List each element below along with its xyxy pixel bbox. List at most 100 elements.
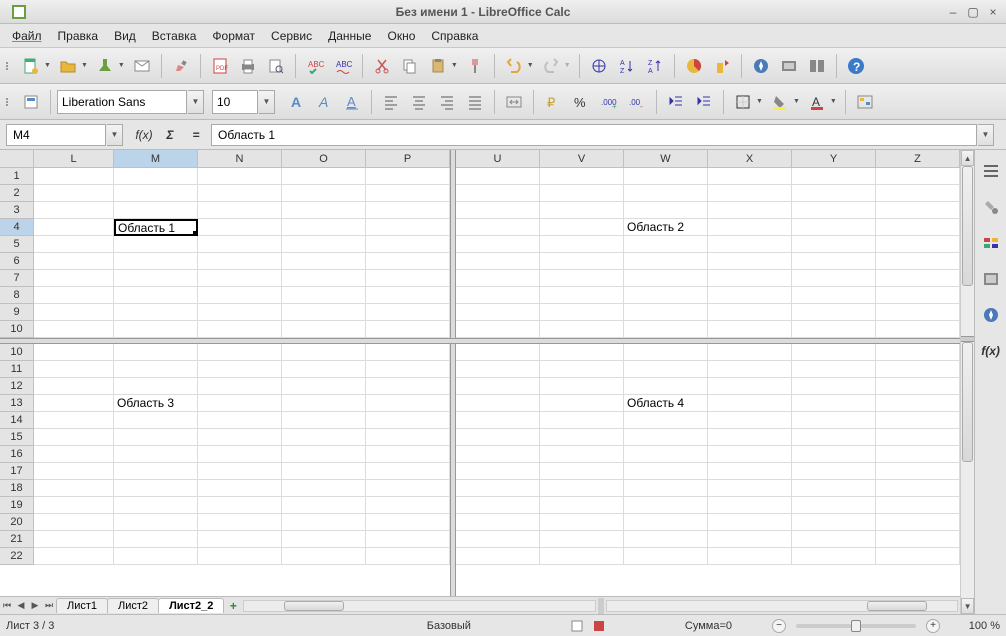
cell[interactable] — [282, 395, 366, 412]
cell[interactable] — [540, 253, 624, 270]
cell[interactable] — [282, 219, 366, 236]
cell[interactable] — [708, 480, 792, 497]
redo-dropdown[interactable]: ▼ — [564, 62, 571, 69]
cell[interactable] — [792, 321, 876, 338]
cell[interactable] — [792, 219, 876, 236]
cell[interactable] — [624, 446, 708, 463]
cell[interactable] — [198, 446, 282, 463]
cell[interactable] — [114, 463, 198, 480]
currency-button[interactable]: ₽ — [540, 89, 566, 115]
cell[interactable] — [792, 531, 876, 548]
cell[interactable] — [114, 236, 198, 253]
cell[interactable] — [456, 548, 540, 565]
align-right-button[interactable] — [434, 89, 460, 115]
column-header[interactable]: Z — [876, 150, 960, 167]
column-header[interactable]: L — [34, 150, 114, 167]
cell[interactable] — [456, 463, 540, 480]
cell[interactable] — [624, 168, 708, 185]
cell[interactable] — [876, 395, 960, 412]
cell[interactable] — [624, 236, 708, 253]
cell[interactable] — [114, 168, 198, 185]
cell[interactable] — [198, 219, 282, 236]
font-name-input[interactable] — [57, 90, 187, 114]
sheet-tab[interactable]: Лист1 — [56, 598, 108, 613]
cell[interactable] — [876, 344, 960, 361]
cell[interactable] — [456, 270, 540, 287]
borders-button[interactable] — [730, 89, 756, 115]
select-all-corner[interactable] — [0, 150, 34, 167]
cell[interactable] — [456, 219, 540, 236]
tab-next-button[interactable]: ▶ — [28, 598, 42, 614]
cell[interactable] — [456, 185, 540, 202]
cell[interactable] — [198, 361, 282, 378]
cell[interactable] — [456, 202, 540, 219]
cell[interactable] — [708, 361, 792, 378]
cell[interactable] — [540, 378, 624, 395]
cell[interactable] — [708, 287, 792, 304]
cell[interactable] — [540, 480, 624, 497]
paste-button[interactable] — [425, 53, 451, 79]
hscroll-thumb-left[interactable] — [284, 601, 344, 611]
name-box-dropdown[interactable]: ▼ — [107, 124, 123, 146]
cell[interactable] — [114, 429, 198, 446]
cell[interactable] — [34, 548, 114, 565]
cell[interactable] — [792, 497, 876, 514]
row-header[interactable]: 15 — [0, 429, 34, 446]
scroll-up-button[interactable]: ▲ — [961, 150, 974, 166]
data-sources-button[interactable] — [804, 53, 830, 79]
cell[interactable] — [282, 548, 366, 565]
cell[interactable] — [114, 304, 198, 321]
sort-asc-button[interactable]: AZ — [614, 53, 640, 79]
cell[interactable] — [282, 202, 366, 219]
help-button[interactable]: ? — [843, 53, 869, 79]
cell[interactable] — [624, 497, 708, 514]
font-color-dropdown[interactable]: ▼ — [830, 98, 837, 105]
cell[interactable] — [198, 304, 282, 321]
cell[interactable] — [282, 361, 366, 378]
cell[interactable] — [34, 321, 114, 338]
row-header[interactable]: 19 — [0, 497, 34, 514]
cell[interactable] — [624, 202, 708, 219]
zoom-out-button[interactable]: − — [772, 619, 786, 633]
cell[interactable] — [792, 185, 876, 202]
cell[interactable] — [624, 361, 708, 378]
bg-color-dropdown[interactable]: ▼ — [793, 98, 800, 105]
cell[interactable] — [708, 446, 792, 463]
cell[interactable] — [624, 321, 708, 338]
cell[interactable] — [366, 361, 450, 378]
column-header[interactable]: Y — [792, 150, 876, 167]
cell[interactable] — [708, 270, 792, 287]
cell[interactable] — [366, 202, 450, 219]
cell[interactable] — [876, 219, 960, 236]
cell[interactable] — [540, 304, 624, 321]
cell[interactable] — [708, 168, 792, 185]
cell[interactable]: Область 2 — [624, 219, 708, 236]
open-button[interactable] — [55, 53, 81, 79]
cell[interactable] — [876, 446, 960, 463]
cell[interactable] — [792, 514, 876, 531]
cell[interactable] — [366, 219, 450, 236]
row-header[interactable]: 17 — [0, 463, 34, 480]
cell[interactable] — [282, 304, 366, 321]
cell[interactable] — [540, 361, 624, 378]
cell[interactable] — [540, 168, 624, 185]
open-dropdown[interactable]: ▼ — [81, 62, 88, 69]
row-header[interactable]: 13 — [0, 395, 34, 412]
font-size-input[interactable] — [212, 90, 258, 114]
menu-edit[interactable]: Правка — [50, 26, 107, 46]
cell[interactable] — [34, 531, 114, 548]
cell[interactable] — [792, 168, 876, 185]
cell[interactable] — [624, 548, 708, 565]
row-header[interactable]: 9 — [0, 304, 34, 321]
row-header[interactable]: 16 — [0, 446, 34, 463]
cell[interactable] — [792, 287, 876, 304]
vscroll-thumb-bottom[interactable] — [962, 342, 973, 462]
cell[interactable] — [114, 202, 198, 219]
cell[interactable] — [456, 429, 540, 446]
menu-file[interactable]: Файл — [4, 26, 50, 46]
navigator-button[interactable] — [748, 53, 774, 79]
email-button[interactable] — [129, 53, 155, 79]
cell[interactable] — [282, 236, 366, 253]
row-header[interactable]: 2 — [0, 185, 34, 202]
sheet-tab[interactable]: Лист2 — [107, 598, 159, 613]
